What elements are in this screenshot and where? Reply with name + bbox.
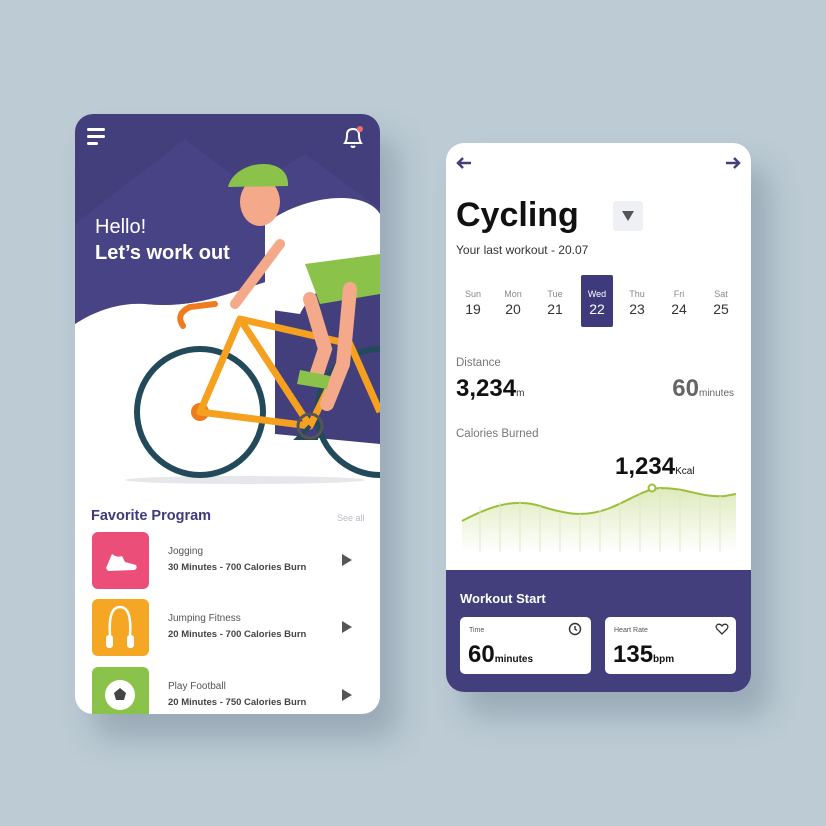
heart-rate-value: 135bpm <box>613 641 675 668</box>
calories-chart <box>461 483 737 552</box>
program-item-jumping-fitness[interactable]: Jumping Fitness 20 Minutes - 700 Calorie… <box>92 599 367 659</box>
heart-rate-card[interactable]: Heart Rate 135bpm <box>605 617 736 674</box>
calories-label: Calories Burned <box>456 428 539 440</box>
play-icon[interactable] <box>342 689 352 701</box>
last-workout-text: Your last workout - 20.07 <box>456 243 589 257</box>
headline-text: Let’s work out <box>95 242 230 264</box>
day-fri[interactable]: Fri 24 <box>663 275 695 327</box>
workout-detail-screen: Cycling Your last workout - 20.07 Sun 19 … <box>446 143 751 692</box>
bell-icon[interactable] <box>341 124 365 150</box>
day-sun[interactable]: Sun 19 <box>457 275 489 327</box>
play-icon[interactable] <box>342 621 352 633</box>
time-card[interactable]: Time 60minutes <box>460 617 591 674</box>
program-details: 20 Minutes - 700 Calories Burn <box>168 629 307 640</box>
day-thu[interactable]: Thu 23 <box>621 275 653 327</box>
day-sat[interactable]: Sat 25 <box>705 275 737 327</box>
workout-start-panel: Workout Start Time 60minutes Heart Rate … <box>446 570 751 692</box>
day-wed-selected[interactable]: Wed 22 <box>581 275 613 327</box>
program-item-play-football[interactable]: Play Football 20 Minutes - 750 Calories … <box>92 667 367 714</box>
day-mon[interactable]: Mon 20 <box>497 275 529 327</box>
sneaker-icon <box>92 532 149 589</box>
time-label: Time <box>469 627 485 634</box>
page-title: Cycling <box>456 196 579 234</box>
clock-icon <box>568 622 582 636</box>
heart-icon <box>715 623 729 635</box>
time-value: 60minutes <box>468 641 534 668</box>
program-item-jogging[interactable]: Jogging 30 Minutes - 700 Calories Burn <box>92 532 367 592</box>
distance-value: 3,234m <box>456 375 525 402</box>
program-details: 30 Minutes - 700 Calories Burn <box>168 562 307 573</box>
program-name: Jumping Fitness <box>168 613 241 624</box>
workout-start-title: Workout Start <box>460 591 546 606</box>
program-name: Jogging <box>168 546 204 557</box>
favorite-program-title: Favorite Program <box>91 508 212 524</box>
program-name: Play Football <box>168 681 226 692</box>
hero-illustration <box>75 114 380 484</box>
menu-icon[interactable] <box>87 128 111 146</box>
play-icon[interactable] <box>342 554 352 566</box>
workout-type-dropdown[interactable] <box>613 201 643 231</box>
home-screen: Hello! Let’s work out Favorite Program S… <box>75 114 380 714</box>
greeting-text: Hello! <box>95 216 147 238</box>
day-tue[interactable]: Tue 21 <box>539 275 571 327</box>
see-all-link[interactable]: See all <box>337 513 365 523</box>
jump-rope-icon <box>92 599 149 656</box>
chart-area <box>462 488 736 552</box>
heart-rate-label: Heart Rate <box>614 627 648 634</box>
program-details: 20 Minutes - 750 Calories Burn <box>168 697 307 708</box>
distance-label: Distance <box>456 357 501 369</box>
duration-value: 60minutes <box>672 375 734 402</box>
football-icon <box>92 667 149 714</box>
chart-highlight-point <box>647 483 657 493</box>
back-arrow-icon[interactable] <box>455 155 473 171</box>
forward-arrow-icon[interactable] <box>724 155 742 171</box>
